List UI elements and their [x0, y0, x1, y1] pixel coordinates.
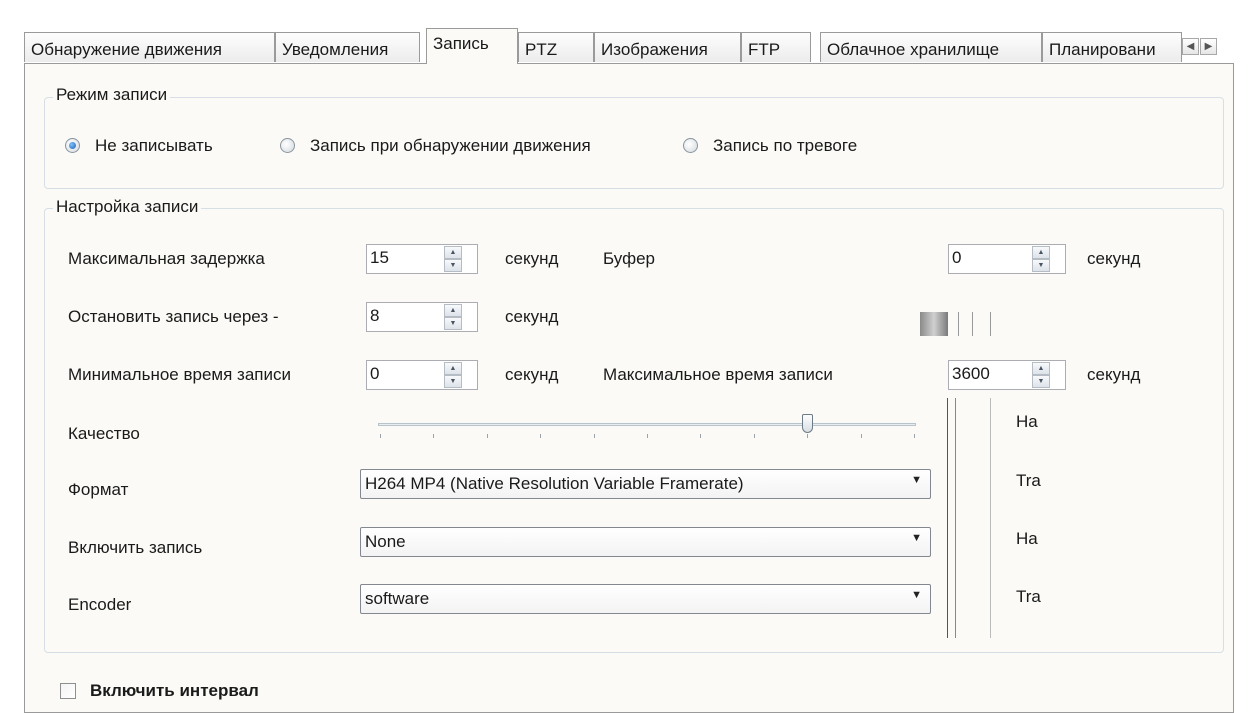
max-time-unit: секунд: [1087, 365, 1141, 384]
slider-tick: [486, 434, 488, 438]
buffer-label: Буфер: [603, 249, 655, 268]
radio-record-on-motion[interactable]: [280, 138, 295, 153]
enable-record-select-value: None: [365, 532, 406, 551]
tab-ftp[interactable]: FTP: [741, 32, 811, 62]
divider-line: [955, 398, 956, 638]
record-mode-legend: Режим записи: [53, 85, 171, 105]
quality-slider-track[interactable]: [378, 423, 916, 426]
clipped-control: [920, 312, 948, 336]
quality-label: Качество: [68, 424, 140, 443]
slider-tick: [380, 434, 381, 438]
interval-label[interactable]: Включить интервал: [90, 680, 259, 702]
slider-tick: [700, 434, 702, 438]
buffer-spinner[interactable]: ▲ ▼: [1032, 246, 1050, 272]
stop-after-unit: секунд: [505, 307, 559, 326]
max-delay-label: Максимальная задержка: [68, 249, 265, 268]
slider-tick: [807, 434, 809, 438]
buffer-unit: секунд: [1087, 249, 1141, 268]
slider-tick: [753, 434, 755, 438]
encoder-select-value: software: [365, 589, 430, 608]
divider-line: [958, 312, 959, 336]
slider-tick: [540, 434, 542, 438]
slider-tick: [860, 434, 862, 438]
stop-after-spinner[interactable]: ▲ ▼: [444, 304, 462, 330]
tab-strip: Обнаружение движения Уведомления Запись …: [24, 28, 1234, 64]
format-label: Формат: [68, 480, 129, 499]
side-label: Ha: [1016, 412, 1038, 431]
interval-checkbox[interactable]: [60, 683, 76, 699]
arrow-left-icon[interactable]: ◀: [1182, 38, 1199, 55]
chevron-down-icon: ▼: [911, 532, 922, 544]
max-time-spinner[interactable]: ▲ ▼: [1032, 362, 1050, 388]
tab-motion-detection[interactable]: Обнаружение движения: [24, 32, 275, 62]
divider-line: [947, 398, 948, 638]
min-time-label: Минимальное время записи: [68, 365, 291, 384]
divider-line: [990, 398, 991, 638]
enable-record-label: Включить запись: [68, 538, 203, 557]
radio-record-on-alarm[interactable]: [683, 138, 698, 153]
tab-cloud-storage[interactable]: Облачное хранилище: [820, 32, 1042, 62]
record-mode-group: [44, 97, 1224, 189]
chevron-down-icon: ▼: [911, 474, 922, 486]
encoder-select[interactable]: software ▼: [360, 584, 931, 614]
max-delay-spinner[interactable]: ▲ ▼: [444, 246, 462, 272]
slider-tick: [647, 434, 648, 438]
chevron-down-icon: ▼: [911, 589, 922, 601]
slider-tick: [433, 434, 435, 438]
enable-record-select[interactable]: None ▼: [360, 527, 931, 557]
tab-recording[interactable]: Запись: [426, 28, 518, 64]
side-label: Tra: [1016, 587, 1041, 606]
max-delay-unit: секунд: [505, 249, 559, 268]
min-time-unit: секунд: [505, 365, 559, 384]
tab-notifications[interactable]: Уведомления: [275, 32, 420, 62]
divider-line: [990, 312, 991, 336]
tab-scheduling[interactable]: Планировани: [1042, 32, 1182, 62]
tab-ptz[interactable]: PTZ: [518, 32, 594, 62]
radio-record-on-alarm-label[interactable]: Запись по тревоге: [713, 135, 857, 157]
stop-after-label: Остановить запись через -: [68, 307, 279, 326]
record-settings-legend: Настройка записи: [53, 197, 202, 217]
radio-no-record[interactable]: [65, 138, 80, 153]
min-time-spinner[interactable]: ▲ ▼: [444, 362, 462, 388]
quality-slider-thumb[interactable]: [802, 414, 814, 433]
slider-tick: [593, 434, 595, 438]
divider-line: [972, 312, 973, 336]
radio-no-record-label[interactable]: Не записывать: [95, 135, 213, 157]
format-select-value: H264 MP4 (Native Resolution Variable Fra…: [365, 474, 744, 493]
side-label: Tra: [1016, 471, 1041, 490]
radio-record-on-motion-label[interactable]: Запись при обнаружении движения: [310, 135, 591, 157]
tab-images[interactable]: Изображения: [594, 32, 741, 62]
slider-tick: [914, 434, 915, 438]
arrow-right-icon[interactable]: ▶: [1200, 38, 1217, 55]
encoder-label: Encoder: [68, 595, 132, 614]
side-label: Ha: [1016, 529, 1038, 548]
max-time-label: Максимальное время записи: [603, 365, 833, 384]
format-select[interactable]: H264 MP4 (Native Resolution Variable Fra…: [360, 469, 931, 499]
